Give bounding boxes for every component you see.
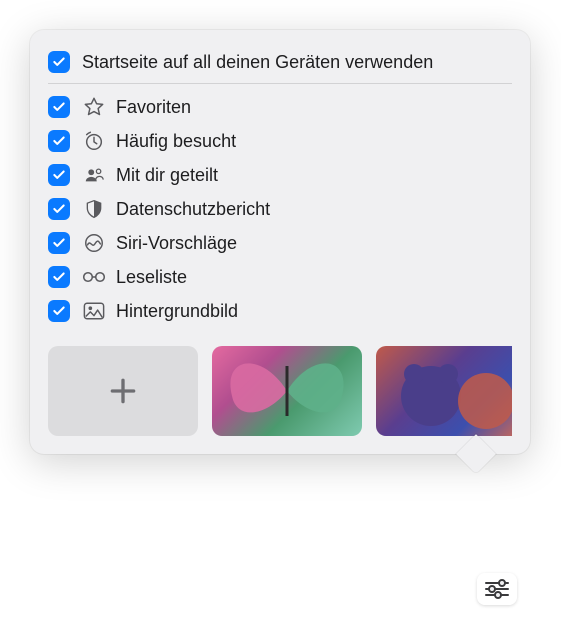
- butterfly-art-icon: [212, 346, 362, 436]
- checkmark-icon: [52, 134, 66, 148]
- popover-arrow: [462, 454, 490, 468]
- clock-icon: [82, 129, 106, 153]
- option-row-favoriten[interactable]: Favoriten: [48, 90, 512, 124]
- option-label: Mit dir geteilt: [116, 165, 218, 186]
- divider: [48, 83, 512, 84]
- glasses-icon: [82, 265, 106, 289]
- background-thumbnail-bear[interactable]: [376, 346, 512, 436]
- option-label: Hintergrundbild: [116, 301, 238, 322]
- checkmark-icon: [52, 270, 66, 284]
- checkmark-icon: [52, 202, 66, 216]
- checkbox-siri[interactable]: [48, 232, 70, 254]
- shield-icon: [82, 197, 106, 221]
- siri-icon: [82, 231, 106, 255]
- option-label: Favoriten: [116, 97, 191, 118]
- star-icon: [82, 95, 106, 119]
- checkbox-use-on-all-devices[interactable]: [48, 51, 70, 73]
- sliders-icon: [484, 579, 510, 599]
- use-on-all-devices-label: Startseite auf all deinen Geräten verwen…: [82, 52, 433, 73]
- checkbox-haeufig[interactable]: [48, 130, 70, 152]
- checkmark-icon: [52, 100, 66, 114]
- option-label: Häufig besucht: [116, 131, 236, 152]
- background-thumbnail-butterfly[interactable]: [212, 346, 362, 436]
- shared-icon: [82, 163, 106, 187]
- checkmark-icon: [52, 236, 66, 250]
- image-icon: [82, 299, 106, 323]
- option-label: Leseliste: [116, 267, 187, 288]
- checkmark-icon: [52, 304, 66, 318]
- checkmark-icon: [52, 55, 66, 69]
- option-label: Datenschutzbericht: [116, 199, 270, 220]
- add-background-thumbnail[interactable]: [48, 346, 198, 436]
- checkbox-datenschutz[interactable]: [48, 198, 70, 220]
- customize-startpage-button[interactable]: [477, 573, 517, 605]
- option-row-haeufig[interactable]: Häufig besucht: [48, 124, 512, 158]
- checkbox-favoriten[interactable]: [48, 96, 70, 118]
- option-row-hintergrund[interactable]: Hintergrundbild: [48, 294, 512, 328]
- startpage-settings-popover: Startseite auf all deinen Geräten verwen…: [30, 30, 530, 454]
- checkbox-hintergrund[interactable]: [48, 300, 70, 322]
- option-label: Siri-Vorschläge: [116, 233, 237, 254]
- option-row-siri[interactable]: Siri-Vorschläge: [48, 226, 512, 260]
- checkbox-leseliste[interactable]: [48, 266, 70, 288]
- bear-art-icon: [376, 346, 512, 436]
- background-thumbnails: [48, 346, 512, 436]
- option-row-datenschutz[interactable]: Datenschutzbericht: [48, 192, 512, 226]
- plus-icon: [107, 375, 139, 407]
- option-row-geteilt[interactable]: Mit dir geteilt: [48, 158, 512, 192]
- checkbox-geteilt[interactable]: [48, 164, 70, 186]
- checkmark-icon: [52, 168, 66, 182]
- use-on-all-devices-row[interactable]: Startseite auf all deinen Geräten verwen…: [48, 46, 512, 83]
- option-row-leseliste[interactable]: Leseliste: [48, 260, 512, 294]
